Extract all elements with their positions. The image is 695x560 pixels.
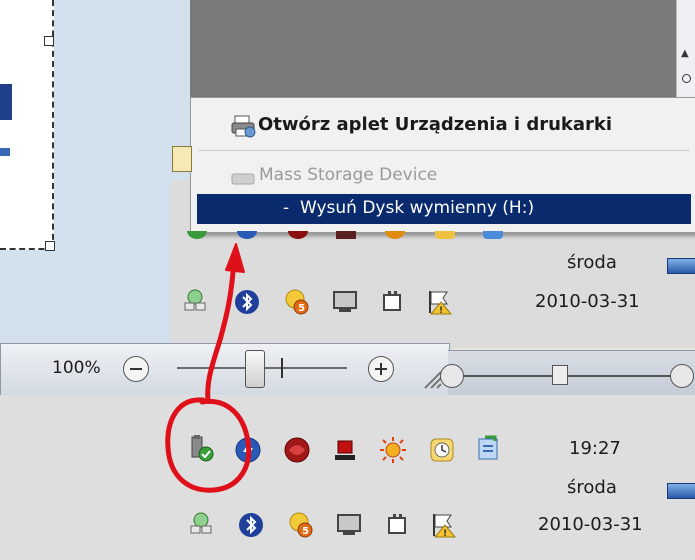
- svg-text:!: !: [439, 306, 443, 316]
- clock-task-icon[interactable]: [428, 436, 456, 464]
- zoom-status-bar: 100%: [0, 343, 450, 397]
- bluetooth-icon-lower[interactable]: [237, 511, 265, 539]
- page-corner-handle-bottom[interactable]: [45, 241, 55, 251]
- power-plug-icon[interactable]: [378, 288, 406, 316]
- upper-date-label: 2010-03-31: [535, 291, 640, 312]
- display-icon-lower[interactable]: [335, 511, 363, 539]
- scroll-up-arrow-icon[interactable]: ▲: [681, 48, 689, 59]
- hidden-red-icon: [288, 231, 308, 239]
- plus-icon: [375, 363, 387, 375]
- zoom-out-button[interactable]: [123, 356, 149, 382]
- usb-drive-icon: [231, 170, 255, 186]
- zoom-slider-thumb[interactable]: [245, 350, 265, 388]
- page-corner-handle[interactable]: [44, 36, 54, 46]
- notification-5-icon[interactable]: 5: [283, 288, 311, 316]
- notification-5-icon-lower[interactable]: 5: [287, 511, 315, 539]
- document-window: [0, 0, 196, 345]
- svg-text:5: 5: [298, 303, 305, 314]
- lightning-icon[interactable]: [234, 436, 262, 464]
- hidden-blue-icon: [237, 231, 257, 239]
- hidden-sun-icon: [385, 231, 405, 239]
- second-zoom-thumb[interactable]: [552, 365, 568, 385]
- lower-day-label: środa: [567, 477, 617, 498]
- mass-storage-device-item: Mass Storage Device: [231, 162, 691, 188]
- upper-window-scrollbar[interactable]: ▲: [676, 0, 695, 98]
- upper-show-desktop-button[interactable]: [667, 258, 695, 274]
- hidden-tray-icons-row: [185, 231, 515, 241]
- sun-face-icon[interactable]: [379, 436, 407, 464]
- eject-drive-label: - Wysuń Dysk wymienny (H:): [283, 198, 535, 218]
- selected-row-highlight: [0, 84, 12, 120]
- document-small-icon: [172, 146, 192, 172]
- menu-separator: [199, 150, 689, 151]
- windows-update-icon[interactable]: [475, 435, 503, 463]
- hidden-yellow-icon: [435, 231, 455, 239]
- display-icon[interactable]: [331, 288, 359, 316]
- upper-day-label: środa: [567, 252, 617, 273]
- lower-show-desktop-button[interactable]: [667, 483, 695, 499]
- svg-text:!: !: [443, 529, 447, 539]
- svg-text:5: 5: [302, 526, 309, 537]
- open-devices-menu-item[interactable]: Otwórz aplet Urządzenia i drukarki: [231, 112, 691, 142]
- scroll-circle-icon: [682, 74, 691, 83]
- side-marker: [0, 148, 10, 156]
- hidden-update-icon: [483, 231, 503, 239]
- hidden-dark-icon: [336, 231, 356, 239]
- hidden-green-icon: [187, 231, 207, 239]
- device-name-label: Mass Storage Device: [259, 165, 438, 185]
- lower-date-label: 2010-03-31: [538, 514, 643, 535]
- zoom-percent-label: 100%: [52, 358, 101, 378]
- eject-drive-menu-item[interactable]: - Wysuń Dysk wymienny (H:): [197, 194, 691, 224]
- second-zoom-bar: [440, 350, 695, 396]
- power-plug-icon-lower[interactable]: [383, 511, 411, 539]
- zoom-slider-center-tick: [281, 358, 283, 378]
- action-center-flag-icon[interactable]: !: [425, 288, 453, 316]
- zoom-in-button[interactable]: [368, 356, 394, 382]
- network-icon[interactable]: [181, 287, 209, 315]
- safely-remove-hardware-icon[interactable]: [187, 435, 215, 463]
- network-icon-lower[interactable]: [187, 510, 215, 538]
- second-zoom-in-button[interactable]: [670, 364, 694, 388]
- upper-window-titlebar: [190, 0, 678, 98]
- tray-context-menu: Otwórz aplet Urządzenia i drukarki Mass …: [190, 97, 695, 233]
- second-zoom-out-button[interactable]: [440, 364, 464, 388]
- printer-icon: [231, 114, 257, 138]
- antivirus-icon[interactable]: [283, 436, 311, 464]
- red-computer-icon[interactable]: [331, 436, 359, 464]
- action-center-flag-icon-lower[interactable]: !: [429, 511, 457, 539]
- second-zoom-track: [456, 375, 691, 377]
- minus-icon: [130, 368, 142, 370]
- bluetooth-icon[interactable]: [233, 288, 261, 316]
- open-devices-label: Otwórz aplet Urządzenia i drukarki: [258, 114, 613, 135]
- lower-time-label: 19:27: [569, 438, 621, 459]
